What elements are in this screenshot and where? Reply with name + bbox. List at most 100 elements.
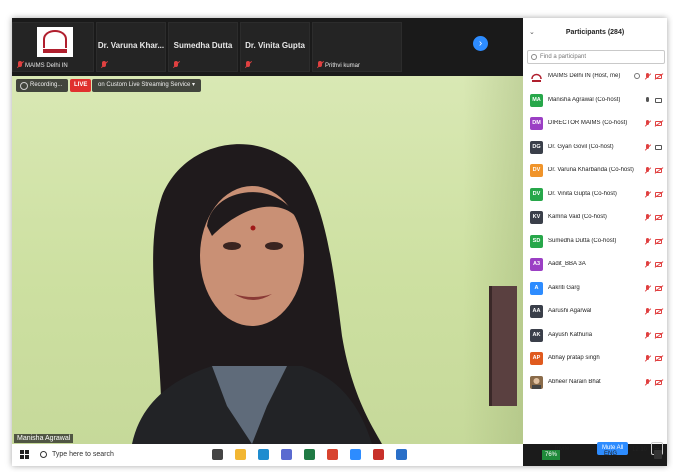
camera-off-icon[interactable] <box>655 238 662 244</box>
pdf-icon[interactable] <box>373 449 384 460</box>
chevron-right-icon[interactable]: › <box>473 36 488 51</box>
find-participant-input[interactable]: Find a participant <box>527 50 665 64</box>
participant-row[interactable]: A Aakriti Garg <box>523 278 667 300</box>
live-badge[interactable]: LIVE <box>70 79 92 92</box>
task-view-icon[interactable] <box>212 449 223 460</box>
participant-row[interactable]: AK Aayush Kathuria <box>523 325 667 347</box>
camera-off-icon[interactable] <box>655 379 662 385</box>
participant-avatar: DV <box>530 164 543 177</box>
participant-avatar: DG <box>530 140 543 154</box>
recording-indicator[interactable]: Recording... <box>16 79 69 92</box>
participant-name: Aayush Kathuria <box>548 331 593 338</box>
store-icon[interactable] <box>281 449 292 460</box>
camera-off-icon[interactable] <box>655 332 662 338</box>
file-explorer-icon[interactable] <box>235 449 246 460</box>
camera-off-icon[interactable] <box>655 262 662 267</box>
camera-off-icon[interactable] <box>655 74 662 79</box>
zoom-meeting-window: MAIMS Delhi IN Dr. Varuna Khar... Sumedha … <box>12 18 667 466</box>
participant-row[interactable]: DV Dr. Varuna Kharbanda (Co-host) <box>523 160 667 182</box>
camera-icon[interactable] <box>655 144 662 150</box>
speaker-name-label: Manisha Agrawal <box>14 434 74 443</box>
live-stream-status[interactable]: on Custom Live Streaming Service ▾ <box>92 79 202 92</box>
camera-off-icon[interactable] <box>655 285 662 291</box>
participant-row[interactable]: DM DIRECTOR MAIMS (Co-host) <box>523 113 667 135</box>
participant-row[interactable]: DG Dr. Gyan Govil (Co-host) <box>523 137 667 159</box>
excel-icon[interactable] <box>304 449 315 460</box>
camera-icon[interactable] <box>655 97 662 103</box>
mic-muted-icon[interactable] <box>644 190 651 199</box>
thumbnail-name: Dr. Vinita Gupta <box>245 41 305 50</box>
zoom-icon[interactable] <box>350 449 361 460</box>
mic-muted-icon[interactable] <box>644 355 651 363</box>
language-indicator[interactable]: ENG <box>604 451 617 457</box>
participant-row[interactable]: A3 Aadit_BBA 3A <box>523 254 667 276</box>
participant-row[interactable]: DV Dr. Vinita Gupta (Co-host) <box>523 184 667 206</box>
thumbnail-bottom-label: Prithvi kumar <box>325 63 361 69</box>
participant-row[interactable]: SD Sumedha Dutta (Co-host) <box>523 231 667 253</box>
participant-avatar <box>530 70 543 83</box>
thumbnail-bottom-label: MAIMS Delhi IN <box>25 63 68 69</box>
mic-muted-icon[interactable] <box>644 214 651 222</box>
speaker-figure <box>132 144 382 444</box>
participant-row[interactable]: Abheer Narain Bhat <box>523 372 667 394</box>
chrome-icon[interactable] <box>327 449 338 460</box>
gallery-thumbnail[interactable]: MAIMS Delhi IN <box>12 22 94 72</box>
participant-name: Abhay pratap singh <box>548 355 600 361</box>
mic-muted-icon[interactable] <box>644 73 651 81</box>
participant-avatar: AP <box>530 352 543 365</box>
clock[interactable]: 12:10 <box>632 447 647 453</box>
participant-row[interactable]: KV Kamna Vaid (Co-host) <box>523 207 667 229</box>
participant-row[interactable]: AP Abhay pratap singh <box>523 348 667 370</box>
participants-header: ⌄ Participants (284) <box>523 18 667 54</box>
participant-row[interactable]: MAIMS Delhi IN (Host, me) <box>523 66 667 88</box>
camera-off-icon[interactable] <box>655 191 662 197</box>
thumbnail-name: Sumedha Dutta <box>173 41 233 50</box>
stream-label: on Custom Live Streaming Service <box>98 82 191 88</box>
participants-panel: ⌄ Participants (284) Find a participant … <box>523 18 667 455</box>
participant-avatar: DV <box>530 187 543 201</box>
participant-name: MAIMS Delhi IN (Host, me) <box>548 73 621 79</box>
windows-start-icon[interactable] <box>20 450 29 459</box>
gallery-strip: MAIMS Delhi IN Dr. Varuna Khar... Sumedha … <box>12 18 523 76</box>
mic-muted-icon <box>101 61 107 68</box>
gallery-thumbnail[interactable]: Dr. Varuna Khar... <box>96 22 166 72</box>
mic-muted-icon[interactable] <box>644 378 651 387</box>
participant-name: Kamna Vaid (Co-host) <box>548 214 607 220</box>
taskbar-search-box[interactable]: Type here to search <box>38 448 188 462</box>
mic-muted-icon[interactable] <box>644 143 651 152</box>
mic-muted-icon <box>245 61 251 68</box>
notification-icon[interactable] <box>654 450 662 459</box>
participant-avatar: DM <box>530 117 543 130</box>
app-icon[interactable] <box>396 449 407 460</box>
camera-off-icon[interactable] <box>655 356 662 361</box>
participant-row[interactable]: MA Manisha Agrawal (Co-host) <box>523 90 667 112</box>
gallery-thumbnail[interactable]: Prithvi kumar <box>312 22 402 72</box>
mic-icon[interactable] <box>644 96 651 105</box>
participant-name: Dr. Varuna Kharbanda (Co-host) <box>548 167 634 173</box>
gallery-thumbnail[interactable]: Dr. Vinita Gupta <box>240 22 310 72</box>
edge-icon[interactable] <box>258 449 269 460</box>
participant-name: Aarushi Agarwal <box>548 308 592 314</box>
participant-row[interactable]: AA Aarushi Agarwal <box>523 301 667 323</box>
mic-muted-icon[interactable] <box>644 284 651 293</box>
mic-muted-icon <box>317 61 323 68</box>
participant-name: Sumedha Dutta (Co-host) <box>548 237 617 244</box>
camera-off-icon[interactable] <box>655 309 662 314</box>
mic-muted-icon[interactable] <box>644 167 651 175</box>
participant-avatar: A3 <box>530 258 543 271</box>
battery-indicator[interactable]: 76% <box>542 450 561 460</box>
share-status-icon <box>634 73 640 79</box>
participant-name: Aakriti Garg <box>548 284 580 291</box>
mic-muted-icon[interactable] <box>644 120 651 128</box>
camera-off-icon[interactable] <box>655 121 662 126</box>
mic-muted-icon[interactable] <box>644 331 651 340</box>
windows-taskbar: Type here to search <box>12 444 523 466</box>
mic-muted-icon[interactable] <box>644 308 651 316</box>
camera-off-icon[interactable] <box>655 215 662 220</box>
mic-muted-icon[interactable] <box>644 261 651 269</box>
camera-off-icon[interactable] <box>655 168 662 173</box>
mic-muted-icon[interactable] <box>644 237 651 246</box>
gallery-thumbnail[interactable]: Sumedha Dutta <box>168 22 238 72</box>
active-speaker-video[interactable]: Recording... LIVE on Custom Live Streami… <box>12 76 523 444</box>
participant-avatar <box>530 375 543 389</box>
